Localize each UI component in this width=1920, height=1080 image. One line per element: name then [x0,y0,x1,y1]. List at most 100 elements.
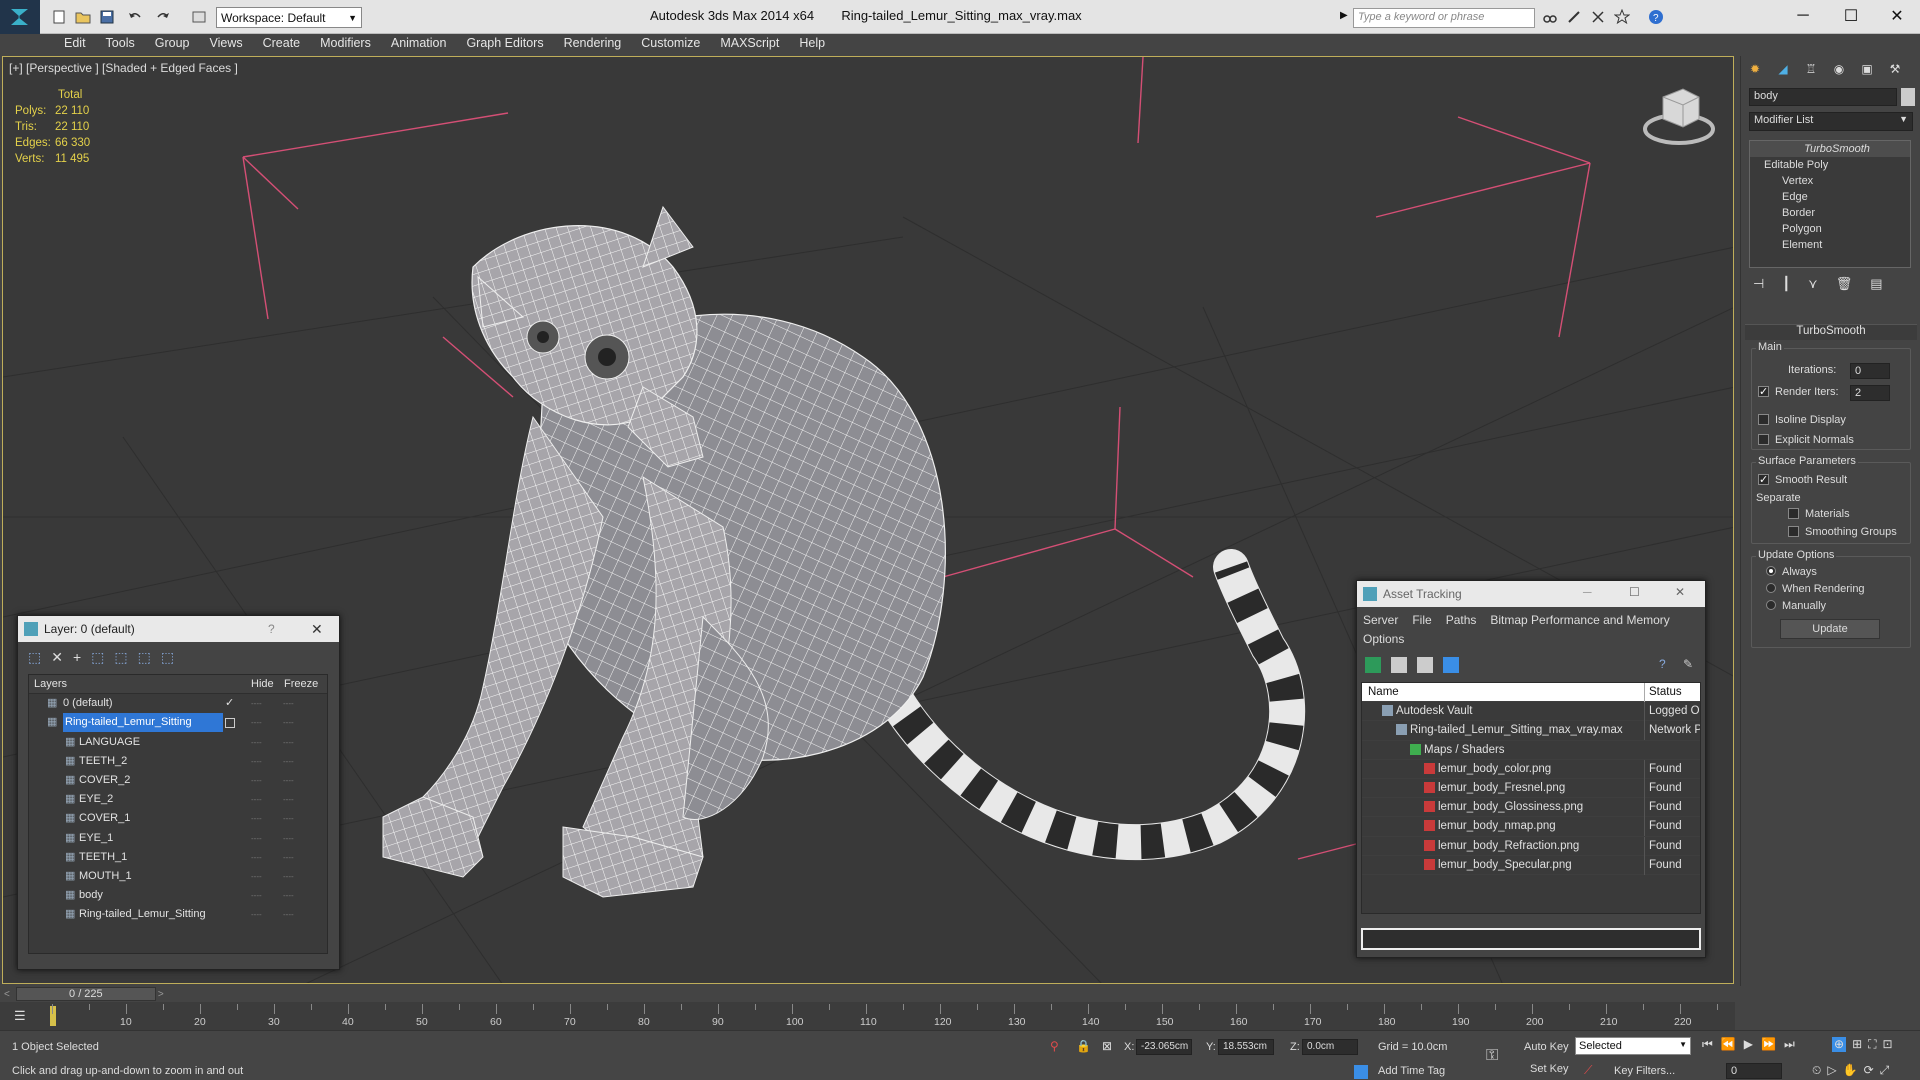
set-key-key-icon[interactable]: ⚿ [1486,1047,1498,1065]
freeze-all-icon[interactable]: ⬚ [161,649,174,666]
configure-sets-icon[interactable]: ▤ [1870,276,1882,292]
motion-tab-icon[interactable]: ◉ [1825,56,1853,82]
render-iters-spinner[interactable]: 2 [1850,385,1890,401]
close-icon[interactable]: ✕ [1675,585,1685,599]
time-slider[interactable]: < 0 / 225 > [0,986,1920,1002]
freeze-toggle-icon[interactable]: ---- [283,886,294,905]
x-coordinate-field[interactable]: -23.065cm [1136,1039,1192,1055]
layer-row[interactable]: ▦ body ---- ---- [29,886,327,905]
show-end-result-icon[interactable]: ┃ [1782,276,1790,292]
frame-indicator[interactable]: 0 / 225 [15,987,156,1001]
menu-customize[interactable]: Customize [631,34,710,54]
help-icon[interactable]: ? [1645,6,1667,28]
asset-menu-options[interactable]: Options [1363,632,1404,646]
y-coordinate-field[interactable]: 18.553cm [1218,1039,1274,1055]
hide-toggle-icon[interactable]: ---- [251,829,262,848]
turbosmooth-rollout-header[interactable]: TurboSmooth [1745,324,1917,340]
col-hide[interactable]: Hide [251,675,274,694]
play-icon[interactable]: ▶ [1744,1037,1753,1052]
z-coordinate-field[interactable]: 0.0cm [1302,1039,1358,1055]
modifier-list-dropdown[interactable]: Modifier List ▼ [1749,112,1913,131]
hide-toggle-icon[interactable]: ---- [251,694,262,713]
delete-layer-icon[interactable]: ✕ [51,649,63,666]
app-logo-icon[interactable] [0,0,40,34]
menu-create[interactable]: Create [253,34,311,54]
asset-row[interactable]: lemur_body_Glossiness.png Found [1362,798,1700,818]
col-name[interactable]: Name [1368,683,1399,702]
prev-frame-icon[interactable]: < [0,989,10,1000]
iterations-spinner[interactable]: 0 [1850,363,1890,379]
open-file-icon[interactable] [72,6,94,28]
asset-menu-server[interactable]: Server [1363,613,1398,627]
selection-lock-icon[interactable]: 🔒 [1076,1039,1091,1053]
workspace-dropdown[interactable]: Workspace: Default ▼ [216,7,362,28]
project-folder-icon[interactable] [188,6,210,28]
key-filters-button[interactable]: Key Filters... [1614,1065,1675,1077]
col-layers[interactable]: Layers [34,675,67,694]
menu-edit[interactable]: Edit [54,34,96,54]
layer-row[interactable]: ▦ COVER_2 ---- ---- [29,771,327,790]
undo-icon[interactable] [124,6,146,28]
hide-toggle-icon[interactable]: ---- [251,809,262,828]
asset-menu-bitmap[interactable]: Bitmap Performance and Memory [1490,613,1669,627]
redo-icon[interactable] [152,6,174,28]
asset-row[interactable]: lemur_body_Specular.png Found [1362,855,1700,875]
col-freeze[interactable]: Freeze [284,675,318,694]
hide-toggle-icon[interactable]: ---- [251,752,262,771]
freeze-toggle-icon[interactable]: ---- [283,809,294,828]
absolute-mode-icon[interactable]: ⊠ [1102,1039,1112,1053]
asset-row[interactable]: lemur_body_color.png Found [1362,759,1700,779]
stack-item-edge[interactable]: Edge [1750,189,1910,205]
asset-row[interactable]: Ring-tailed_Lemur_Sitting_max_vray.max Ne… [1362,721,1700,741]
layer-window-titlebar[interactable]: Layer: 0 (default) ? ✕ [18,616,339,642]
hide-toggle-icon[interactable]: ---- [251,713,262,732]
track-bar[interactable]: ☰ 10 20 30 40 50 60 70 80 90 100 110 120 130 140 150 16… [0,1002,1735,1030]
menu-animation[interactable]: Animation [381,34,457,54]
field-of-view-icon[interactable]: ▷ [1827,1063,1836,1078]
freeze-toggle-icon[interactable]: ---- [283,848,294,867]
layer-row[interactable]: ▦ TEETH_1 ---- ---- [29,848,327,867]
layer-row[interactable]: ▦ COVER_1 ---- ---- [29,809,327,828]
add-to-layer-icon[interactable]: + [73,649,81,666]
list-view-icon[interactable] [1391,657,1407,673]
freeze-toggle-icon[interactable]: ---- [283,752,294,771]
explicit-normals-row[interactable]: Explicit Normals [1758,431,1854,449]
asset-row[interactable]: lemur_body_Fresnel.png Found [1362,778,1700,799]
select-objects-icon[interactable]: ⬚ [91,649,104,666]
layer-row[interactable]: ▦ TEETH_2 ---- ---- [29,752,327,771]
next-frame-icon[interactable]: ⏩ [1761,1037,1776,1052]
modify-tab-icon[interactable]: ◢ [1769,56,1797,82]
close-button[interactable]: ✕ [1874,0,1920,32]
hide-toggle-icon[interactable]: ---- [251,733,262,752]
hide-toggle-icon[interactable]: ---- [251,848,262,867]
add-time-tag-button[interactable]: Add Time Tag [1378,1065,1445,1077]
isoline-row[interactable]: Isoline Display [1758,411,1846,429]
hide-toggle-icon[interactable]: ---- [251,790,262,809]
search-input[interactable]: Type a keyword or phrase [1353,8,1535,28]
details-view-icon[interactable] [1417,657,1433,673]
render-iters-row[interactable]: Render Iters: [1758,383,1839,401]
pan-icon[interactable]: ✋ [1843,1063,1858,1078]
always-radio[interactable] [1766,566,1776,577]
freeze-toggle-icon[interactable]: ---- [283,771,294,790]
layer-row[interactable]: ▦ LANGUAGE ---- ---- [29,733,327,752]
smoothing-groups-checkbox[interactable] [1788,525,1799,537]
freeze-toggle-icon[interactable]: ---- [283,694,294,713]
asset-help-icon[interactable]: ? [1659,657,1666,671]
menu-tools[interactable]: Tools [96,34,145,54]
go-to-end-icon[interactable]: ⏭ [1784,1037,1795,1052]
asset-row[interactable]: lemur_body_nmap.png Found [1362,817,1700,837]
stack-item-turbosmooth[interactable]: TurboSmooth [1750,141,1910,157]
highlight-layer-icon[interactable]: ⬚ [114,649,127,666]
asset-row[interactable]: Maps / Shaders [1362,741,1700,760]
asset-menu-paths[interactable]: Paths [1446,613,1477,627]
hide-toggle-icon[interactable]: ---- [251,886,262,905]
render-iters-checkbox[interactable] [1758,383,1769,401]
go-to-start-icon[interactable]: ⏮ [1702,1037,1713,1052]
freeze-toggle-icon[interactable]: ---- [283,790,294,809]
maximize-viewport-icon[interactable]: ⤢ [1880,1063,1890,1078]
stack-item-polygon[interactable]: Polygon [1750,221,1910,237]
freeze-toggle-icon[interactable]: ---- [283,733,294,752]
maximize-button[interactable]: ☐ [1828,0,1874,32]
object-name-field[interactable]: body [1749,88,1897,106]
